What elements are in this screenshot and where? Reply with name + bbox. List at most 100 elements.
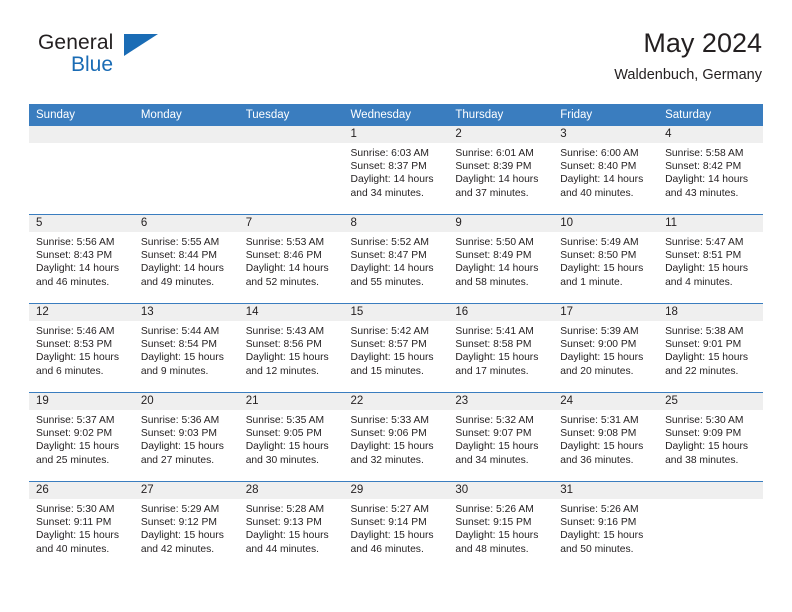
calendar-table: Sunday Monday Tuesday Wednesday Thursday… xyxy=(29,104,763,570)
day-details: Sunrise: 5:39 AM Sunset: 9:00 PM Daylight:… xyxy=(553,321,658,378)
calendar-cell-inner: 1 Sunrise: 6:03 AM Sunset: 8:37 PM Daylight… xyxy=(343,126,449,214)
daylight-text-line2: and 50 minutes. xyxy=(560,543,634,555)
calendar-cell-day[interactable]: 14 Sunrise: 5:43 AM Sunset: 8:56 PM Dayligh… xyxy=(238,303,344,393)
sunrise-text: Sunrise: 5:50 AM xyxy=(455,237,534,248)
calendar-cell-day[interactable]: 23 Sunrise: 5:32 AM Sunset: 9:07 PM Dayligh… xyxy=(448,392,554,482)
daylight-text-line2: and 4 minutes. xyxy=(665,276,733,288)
calendar-cell-day[interactable]: 22 Sunrise: 5:33 AM Sunset: 9:06 PM Dayligh… xyxy=(343,392,449,482)
sunrise-text: Sunrise: 5:49 AM xyxy=(560,237,639,248)
calendar-cell-inner: 7 Sunrise: 5:53 AM Sunset: 8:46 PM Daylight… xyxy=(238,215,344,303)
daylight-text-line1: Daylight: 14 hours xyxy=(140,263,224,275)
calendar-cell-day[interactable]: 19 Sunrise: 5:37 AM Sunset: 9:02 PM Dayligh… xyxy=(29,392,134,482)
calendar-cell-inner: 17 Sunrise: 5:39 AM Sunset: 9:00 PM Dayligh… xyxy=(553,304,659,392)
sunset-text: Sunset: 9:11 PM xyxy=(36,517,112,529)
calendar-cell-day[interactable]: 7 Sunrise: 5:53 AM Sunset: 8:46 PM Daylight… xyxy=(238,214,344,304)
calendar-cell-day[interactable]: 15 Sunrise: 5:42 AM Sunset: 8:57 PM Dayligh… xyxy=(343,303,449,393)
daylight-text-line2: and 40 minutes. xyxy=(36,543,110,555)
calendar-cell-inner: 25 Sunrise: 5:30 AM Sunset: 9:09 PM Dayligh… xyxy=(658,393,763,481)
calendar-cell-day[interactable]: 31 Sunrise: 5:26 AM Sunset: 9:16 PM Dayligh… xyxy=(553,481,659,570)
day-number: 16 xyxy=(448,304,554,321)
daylight-text-line1: Daylight: 15 hours xyxy=(665,263,749,275)
calendar-cell-day[interactable]: 27 Sunrise: 5:29 AM Sunset: 9:12 PM Dayligh… xyxy=(133,481,239,570)
sunrise-text: Sunrise: 5:29 AM xyxy=(140,504,220,515)
calendar-cell-day[interactable]: 18 Sunrise: 5:38 AM Sunset: 9:01 PM Dayligh… xyxy=(658,303,763,393)
daylight-text-line2: and 37 minutes. xyxy=(455,187,529,199)
calendar-cell-inner: 27 Sunrise: 5:29 AM Sunset: 9:12 PM Dayligh… xyxy=(133,482,239,570)
calendar-cell-day[interactable]: 29 Sunrise: 5:27 AM Sunset: 9:14 PM Dayligh… xyxy=(343,481,449,570)
calendar-cell-day[interactable]: 9 Sunrise: 5:50 AM Sunset: 8:49 PM Daylight… xyxy=(448,214,554,304)
sunset-text: Sunset: 8:39 PM xyxy=(455,161,532,173)
day-number: 25 xyxy=(658,393,763,410)
day-number: 14 xyxy=(238,304,344,321)
calendar-cell-day[interactable]: 4 Sunrise: 5:58 AM Sunset: 8:42 PM Daylight… xyxy=(658,126,763,215)
calendar-cell-day[interactable]: 2 Sunrise: 6:01 AM Sunset: 8:39 PM Daylight… xyxy=(448,126,554,215)
calendar-cell-day[interactable]: 17 Sunrise: 5:39 AM Sunset: 9:00 PM Dayligh… xyxy=(553,303,659,393)
sunrise-text: Sunrise: 6:00 AM xyxy=(560,148,639,159)
day-details: Sunrise: 5:30 AM Sunset: 9:11 PM Daylight:… xyxy=(29,499,134,556)
daylight-text-line1: Daylight: 15 hours xyxy=(245,530,329,542)
calendar-cell-inner: 29 Sunrise: 5:27 AM Sunset: 9:14 PM Dayligh… xyxy=(343,482,449,570)
calendar-cell-day[interactable]: 8 Sunrise: 5:52 AM Sunset: 8:47 PM Daylight… xyxy=(343,214,449,304)
sunrise-text: Sunrise: 5:31 AM xyxy=(560,415,639,426)
general-blue-logo[interactable]: General Blue xyxy=(38,32,258,88)
calendar-cell-day[interactable]: 26 Sunrise: 5:30 AM Sunset: 9:11 PM Dayligh… xyxy=(29,481,134,570)
daylight-text-line2: and 52 minutes. xyxy=(245,276,319,288)
sunrise-text: Sunrise: 6:03 AM xyxy=(350,148,429,159)
calendar-cell-day[interactable]: 30 Sunrise: 5:26 AM Sunset: 9:15 PM Dayligh… xyxy=(448,481,554,570)
day-number xyxy=(29,126,134,143)
calendar-cell-day[interactable]: 11 Sunrise: 5:47 AM Sunset: 8:51 PM Dayligh… xyxy=(658,214,763,304)
daylight-text-line1: Daylight: 15 hours xyxy=(560,441,644,453)
day-number: 7 xyxy=(238,215,344,232)
daylight-text-line1: Daylight: 15 hours xyxy=(36,530,119,542)
column-header-thursday: Thursday xyxy=(448,104,554,126)
day-number: 31 xyxy=(553,482,659,499)
daylight-text-line2: and 22 minutes. xyxy=(665,365,739,377)
calendar-cell-day[interactable]: 25 Sunrise: 5:30 AM Sunset: 9:09 PM Dayligh… xyxy=(658,392,763,482)
calendar-cell-day[interactable]: 5 Sunrise: 5:56 AM Sunset: 8:43 PM Daylight… xyxy=(29,214,134,304)
calendar-cell-inner: 12 Sunrise: 5:46 AM Sunset: 8:53 PM Dayligh… xyxy=(29,304,134,392)
sunrise-text: Sunrise: 5:56 AM xyxy=(36,237,115,248)
calendar-cell-inner: 23 Sunrise: 5:32 AM Sunset: 9:07 PM Dayligh… xyxy=(448,393,554,481)
calendar-cell-inner: 5 Sunrise: 5:56 AM Sunset: 8:43 PM Daylight… xyxy=(29,215,134,303)
daylight-text-line1: Daylight: 14 hours xyxy=(245,263,329,275)
daylight-text-line2: and 46 minutes. xyxy=(36,276,110,288)
calendar-cell-day[interactable]: 3 Sunrise: 6:00 AM Sunset: 8:40 PM Daylight… xyxy=(553,126,659,215)
sunset-text: Sunset: 8:50 PM xyxy=(560,250,637,262)
daylight-text-line1: Daylight: 14 hours xyxy=(455,174,539,186)
page-header: General Blue May 2024 Waldenbuch, German… xyxy=(30,26,762,90)
calendar-cell-day[interactable]: 24 Sunrise: 5:31 AM Sunset: 9:08 PM Dayligh… xyxy=(553,392,659,482)
day-number: 8 xyxy=(343,215,449,232)
calendar-cell-day[interactable]: 13 Sunrise: 5:44 AM Sunset: 8:54 PM Dayligh… xyxy=(133,303,239,393)
calendar-cell-day[interactable]: 21 Sunrise: 5:35 AM Sunset: 9:05 PM Dayligh… xyxy=(238,392,344,482)
day-number: 10 xyxy=(553,215,659,232)
calendar-cell-day[interactable]: 6 Sunrise: 5:55 AM Sunset: 8:44 PM Daylight… xyxy=(133,214,239,304)
day-number: 23 xyxy=(448,393,554,410)
day-details: Sunrise: 5:28 AM Sunset: 9:13 PM Daylight:… xyxy=(239,499,344,556)
day-number: 3 xyxy=(553,126,659,143)
calendar-cell-inner: 24 Sunrise: 5:31 AM Sunset: 9:08 PM Dayligh… xyxy=(553,393,659,481)
sunrise-text: Sunrise: 5:35 AM xyxy=(245,415,325,426)
sunset-text: Sunset: 8:54 PM xyxy=(140,339,217,351)
day-details: Sunrise: 5:36 AM Sunset: 9:03 PM Daylight:… xyxy=(134,410,239,467)
calendar-cell-day[interactable]: 12 Sunrise: 5:46 AM Sunset: 8:53 PM Dayligh… xyxy=(29,303,134,393)
calendar-week-row: 26 Sunrise: 5:30 AM Sunset: 9:11 PM Dayligh… xyxy=(29,481,763,570)
daylight-text-line1: Daylight: 14 hours xyxy=(350,174,434,186)
calendar-cell-day[interactable]: 20 Sunrise: 5:36 AM Sunset: 9:03 PM Dayligh… xyxy=(133,392,239,482)
calendar-cell-day[interactable]: 28 Sunrise: 5:28 AM Sunset: 9:13 PM Dayligh… xyxy=(238,481,344,570)
calendar-cell-day[interactable]: 10 Sunrise: 5:49 AM Sunset: 8:50 PM Dayligh… xyxy=(553,214,659,304)
daylight-text-line1: Daylight: 15 hours xyxy=(560,263,644,275)
calendar-cell-inner: 10 Sunrise: 5:49 AM Sunset: 8:50 PM Dayligh… xyxy=(553,215,659,303)
sunrise-text: Sunrise: 5:26 AM xyxy=(560,504,639,515)
calendar-cell-day[interactable]: 1 Sunrise: 6:03 AM Sunset: 8:37 PM Daylight… xyxy=(343,126,449,215)
daylight-text-line1: Daylight: 14 hours xyxy=(350,263,434,275)
daylight-text-line2: and 40 minutes. xyxy=(560,187,634,199)
day-details: Sunrise: 5:35 AM Sunset: 9:05 PM Daylight:… xyxy=(239,410,344,467)
daylight-text-line2: and 25 minutes. xyxy=(36,454,110,466)
sunset-text: Sunset: 9:01 PM xyxy=(665,339,742,351)
calendar-cell-day[interactable]: 16 Sunrise: 5:41 AM Sunset: 8:58 PM Dayligh… xyxy=(448,303,554,393)
column-header-wednesday: Wednesday xyxy=(343,104,449,126)
calendar-cell-inner: 31 Sunrise: 5:26 AM Sunset: 9:16 PM Dayligh… xyxy=(553,482,659,570)
sunset-text: Sunset: 8:53 PM xyxy=(36,339,113,351)
day-number xyxy=(133,126,239,143)
day-details: Sunrise: 5:26 AM Sunset: 9:16 PM Daylight:… xyxy=(553,499,658,556)
